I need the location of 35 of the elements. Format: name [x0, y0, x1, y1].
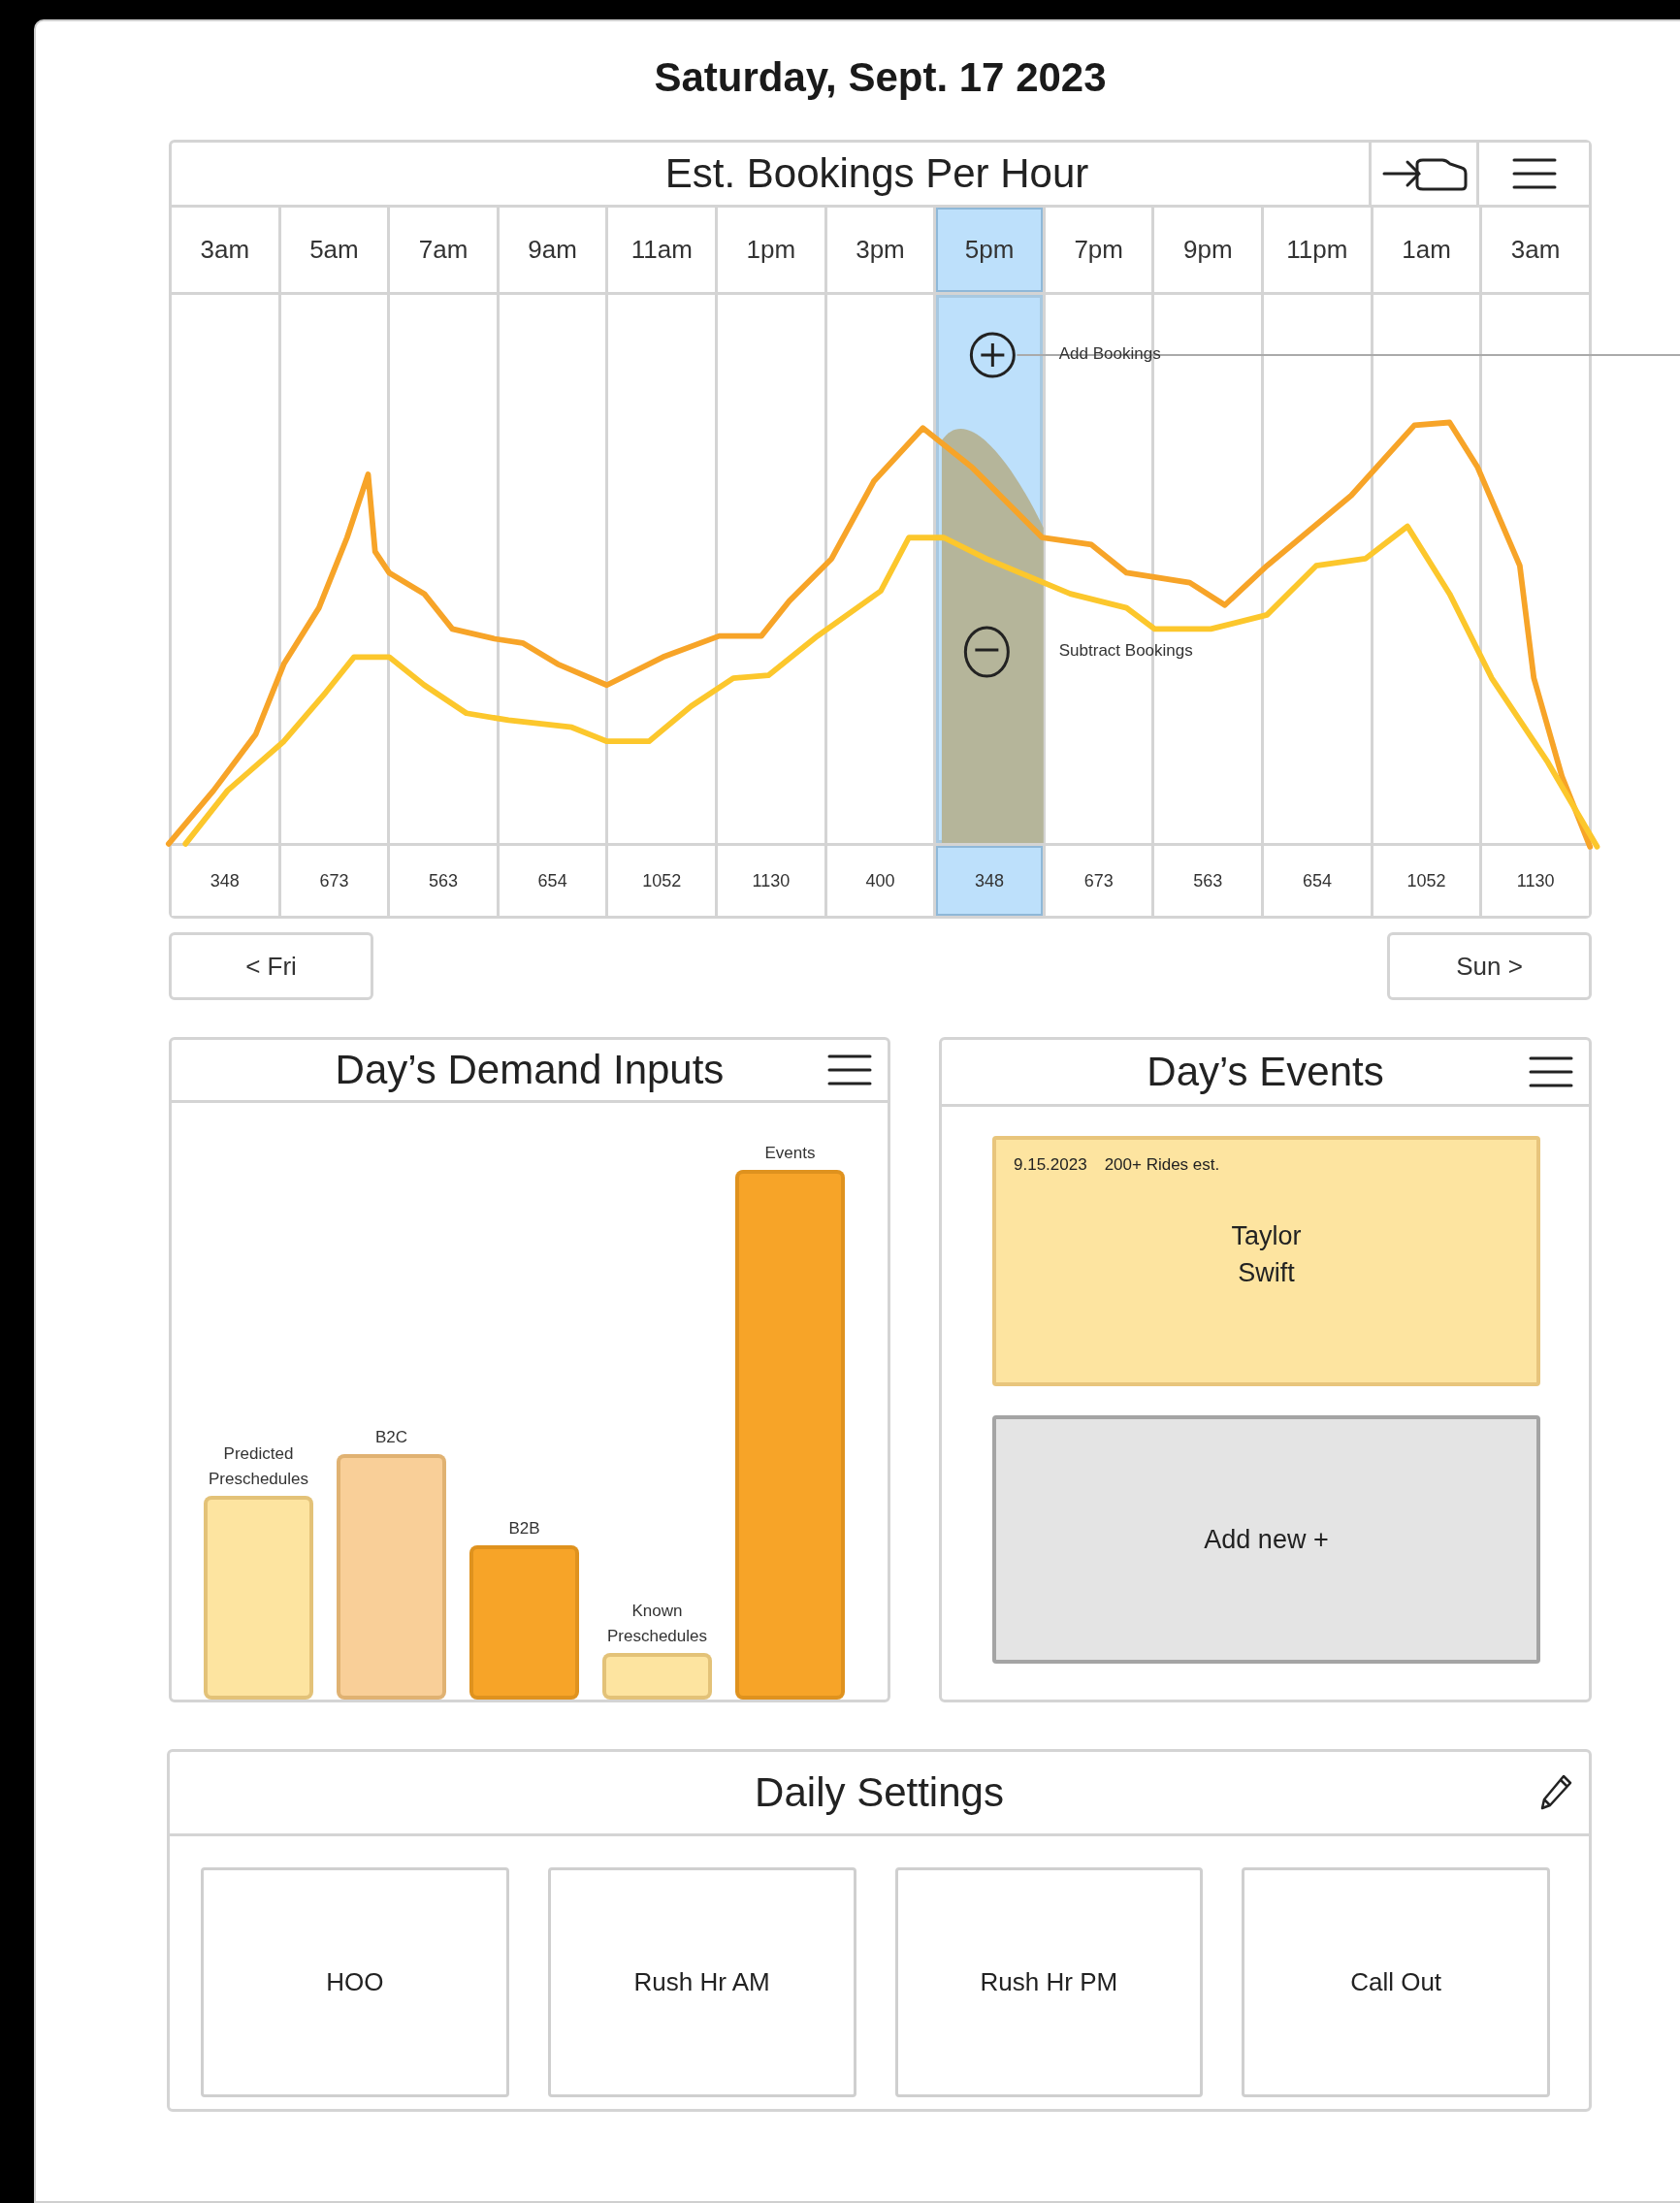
menu-icon: [1511, 157, 1557, 190]
bar-label: B2C: [374, 1427, 408, 1448]
panel-title: Daily Settings: [754, 1769, 1005, 1816]
setting-card[interactable]: Call Out: [1242, 1867, 1550, 2097]
annotation-label: Subtract Bookings: [1058, 641, 1193, 661]
menu-button[interactable]: [827, 1053, 872, 1086]
event-estimate: 200+ Rides est.: [1104, 1155, 1220, 1175]
value-cell: 1130: [1479, 846, 1589, 916]
minus-circle-icon[interactable]: [963, 626, 1010, 678]
edit-button[interactable]: [1538, 1773, 1573, 1812]
next-day-button[interactable]: Sun >: [1387, 932, 1592, 1000]
previous-day-button[interactable]: < Fri: [169, 932, 373, 1000]
event-card[interactable]: 9.15.2023 200+ Rides est. Taylor Swift: [992, 1136, 1540, 1386]
annotation-label: Add Bookings: [1058, 344, 1161, 364]
event-date: 9.15.2023: [1014, 1155, 1087, 1175]
pencil-icon: [1538, 1773, 1573, 1812]
chart-title: Est. Bookings Per Hour: [663, 149, 1090, 198]
bar-label: Known Preschedules: [606, 1601, 708, 1647]
panel-title: Day’s Events: [1146, 1049, 1385, 1095]
panel-title: Day’s Demand Inputs: [334, 1047, 726, 1093]
bar-label: Predicted Preschedules: [208, 1443, 309, 1490]
add-event-button[interactable]: Add new +: [992, 1415, 1540, 1664]
menu-button[interactable]: [1529, 1055, 1573, 1088]
bar-label: Events: [764, 1143, 816, 1164]
menu-icon: [1529, 1055, 1573, 1088]
page-title: Saturday, Sept. 17 2023: [653, 53, 1108, 102]
hour-cell[interactable]: 5pm: [933, 208, 1043, 292]
plus-circle-icon[interactable]: [969, 332, 1016, 378]
setting-card[interactable]: Rush Hr AM: [547, 1867, 856, 2097]
setting-card[interactable]: Rush Hr PM: [894, 1867, 1204, 2097]
setting-card[interactable]: HOO: [201, 1867, 509, 2097]
value-cell: 348: [933, 846, 1043, 916]
event-name: Taylor Swift: [1230, 1220, 1303, 1289]
bar-label: B2B: [508, 1518, 540, 1539]
menu-icon: [827, 1053, 872, 1086]
